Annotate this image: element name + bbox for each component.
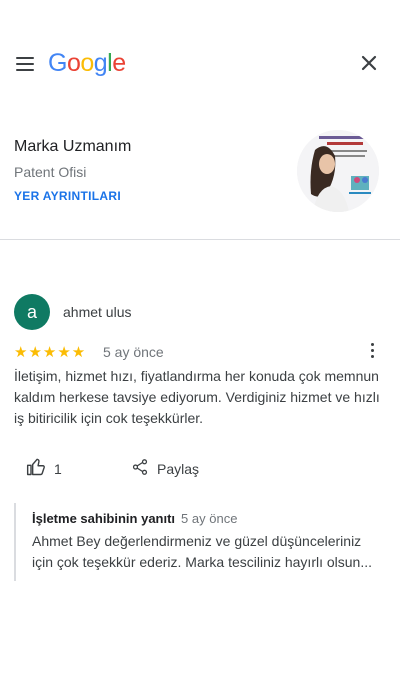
menu-icon-bar — [16, 57, 34, 59]
reply-time: 5 ay önce — [181, 511, 238, 526]
reply-title: İşletme sahibinin yanıtı — [32, 511, 176, 526]
review-time: 5 ay önce — [103, 344, 164, 360]
logo-letter: o — [66, 49, 81, 77]
close-icon[interactable] — [358, 52, 380, 74]
rating-stars: ★★★★★ — [14, 344, 87, 361]
thumb-up-icon — [26, 457, 46, 482]
top-bar: Google — [0, 44, 400, 84]
reviewer-name[interactable]: ahmet ulus — [63, 304, 131, 320]
google-logo[interactable]: Google — [48, 49, 126, 78]
review-text: İletişim, hizmet hızı, fiyatlandırma her… — [14, 368, 380, 426]
reply-header: İşletme sahibinin yanıtı 5 ay önce — [32, 511, 237, 526]
menu-icon-bar — [16, 63, 34, 65]
business-photo[interactable] — [297, 130, 379, 212]
like-button[interactable]: 1 — [26, 457, 62, 481]
logo-letter: G — [48, 49, 67, 77]
section-divider — [0, 239, 400, 240]
like-count: 1 — [54, 461, 62, 477]
logo-letter: g — [93, 49, 108, 77]
share-label: Paylaş — [157, 461, 200, 477]
share-button[interactable]: Paylaş — [131, 457, 199, 481]
menu-icon-bar — [16, 69, 34, 71]
share-icon — [131, 458, 149, 481]
review-actions: 1 Paylaş — [0, 455, 400, 483]
logo-letter: e — [112, 49, 126, 77]
more-options-icon[interactable] — [364, 340, 380, 360]
business-summary: Marka Uzmanım Patent Ofisi YER AYRINTILA… — [0, 130, 400, 220]
business-category: Patent Ofisi — [14, 164, 87, 180]
reviewer-avatar[interactable]: a — [14, 294, 50, 330]
logo-letter: o — [80, 49, 94, 77]
place-details-link[interactable]: YER AYRINTILARI — [14, 189, 121, 203]
menu-icon[interactable] — [14, 54, 38, 74]
owner-reply: İşletme sahibinin yanıtı 5 ay önce Ahmet … — [14, 503, 386, 581]
reply-text: Ahmet Bey değerlendirmeniz ve güzel düşü… — [32, 533, 373, 570]
business-name: Marka Uzmanım — [14, 138, 132, 155]
